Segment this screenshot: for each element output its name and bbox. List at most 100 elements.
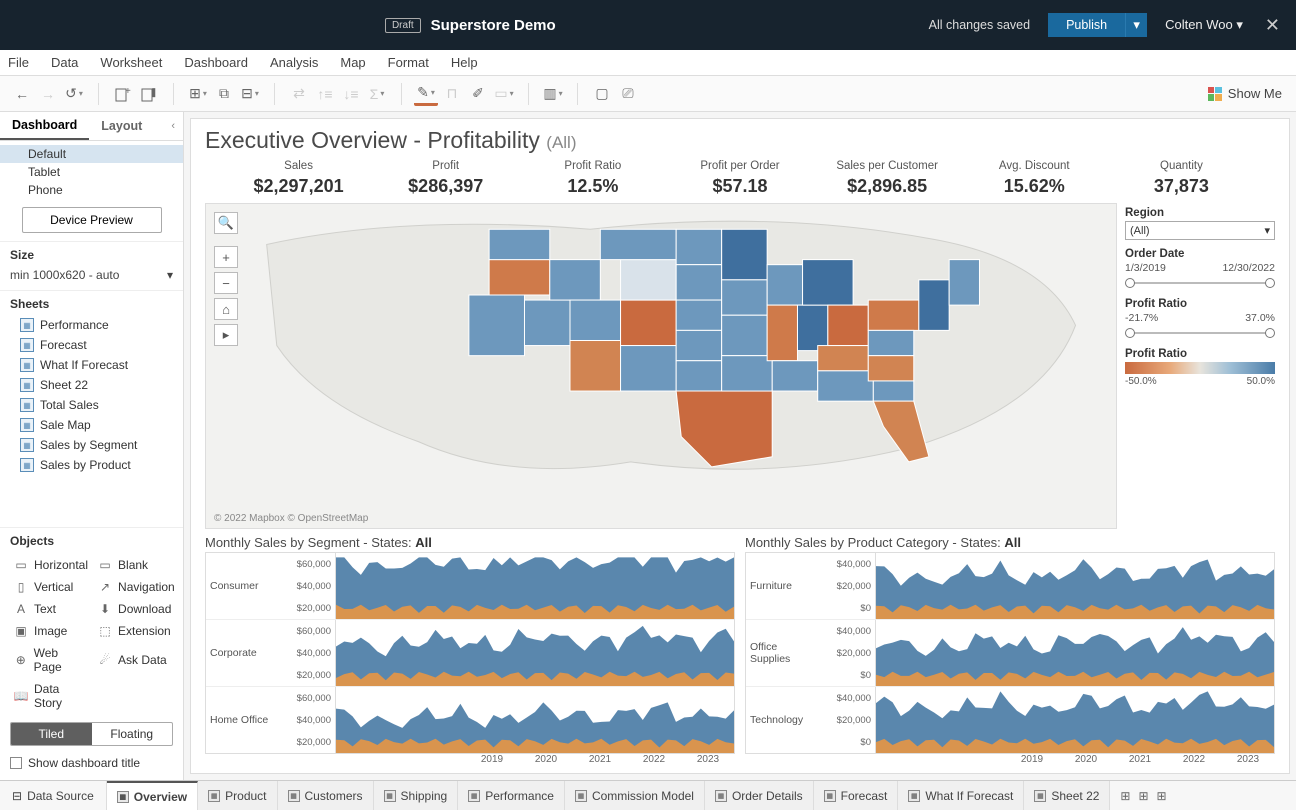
order-date-slider[interactable]: [1125, 276, 1275, 290]
menu-data[interactable]: Data: [51, 55, 78, 70]
toolbar: ← → ↺ + ❚❚ ⊞ ⧉ ⊟ ⇄ ↑≡ ↓≡ Σ ✎ ⊓ ✐ ▭ ▥ ▢ ⎚: [0, 76, 1296, 112]
object-item[interactable]: ⬇Download: [96, 600, 177, 618]
object-item[interactable]: ▭Blank: [96, 556, 177, 574]
sheet-item[interactable]: ▦Forecast: [10, 335, 173, 355]
show-mark-icon[interactable]: ✐: [466, 82, 490, 106]
sheet-item[interactable]: ▦Sale Map: [10, 415, 173, 435]
show-me-button[interactable]: Show Me: [1208, 86, 1290, 101]
sidebar-tab-layout[interactable]: Layout: [89, 113, 154, 139]
sort-desc-icon[interactable]: ↓≡: [339, 82, 363, 106]
map-chart[interactable]: 🔍 + − ⌂ ▸ © 2022 Mapbox © OpenStreetMap: [205, 203, 1117, 529]
clear-icon[interactable]: ⊟: [238, 82, 262, 106]
floating-toggle[interactable]: Floating: [92, 723, 173, 745]
object-item[interactable]: ▣Image: [12, 622, 90, 640]
close-icon[interactable]: ✕: [1261, 15, 1284, 36]
publish-dropdown[interactable]: ▾: [1125, 13, 1147, 37]
sidebar-tab-dashboard[interactable]: Dashboard: [0, 112, 89, 140]
sort-asc-icon[interactable]: ↑≡: [313, 82, 337, 106]
object-item[interactable]: 📖Data Story: [12, 680, 90, 712]
canvas: Executive Overview - Profitability (All)…: [184, 112, 1296, 780]
sheet-icon: ▦: [20, 438, 34, 452]
new-worksheet-icon[interactable]: ⊞: [186, 82, 210, 106]
sheet-tab[interactable]: ▦Commission Model: [565, 781, 705, 810]
sheet-item[interactable]: ▦Sheet 22: [10, 375, 173, 395]
sheet-item[interactable]: ▦Performance: [10, 315, 173, 335]
menu-dashboard[interactable]: Dashboard: [184, 55, 248, 70]
new-sheet-icon[interactable]: ⊞: [1120, 789, 1130, 803]
new-dashboard-icon[interactable]: ⊞: [1138, 789, 1148, 803]
device-default[interactable]: Default: [0, 145, 183, 163]
menu-format[interactable]: Format: [388, 55, 429, 70]
sheet-tab[interactable]: ▦What If Forecast: [898, 781, 1024, 810]
menu-file[interactable]: File: [8, 55, 29, 70]
sheet-tab[interactable]: ▦Sheet 22: [1024, 781, 1110, 810]
totals-icon[interactable]: Σ: [365, 82, 389, 106]
share-icon[interactable]: ⎚: [616, 82, 640, 106]
pr-range-title: Profit Ratio: [1125, 298, 1275, 310]
undo-icon[interactable]: ←: [10, 82, 34, 106]
object-item[interactable]: ▯Vertical: [12, 578, 90, 596]
object-item[interactable]: ⊕Web Page: [12, 644, 90, 676]
menu-analysis[interactable]: Analysis: [270, 55, 318, 70]
data-source-tab[interactable]: ⊟Data Source: [0, 781, 107, 810]
duplicate-icon[interactable]: ⧉: [212, 82, 236, 106]
sheet-tab-icon: ▦: [288, 790, 300, 802]
device-phone[interactable]: Phone: [0, 181, 183, 199]
object-item[interactable]: ⬚Extension: [96, 622, 177, 640]
menu-map[interactable]: Map: [340, 55, 365, 70]
sheet-tab[interactable]: ▦Order Details: [705, 781, 814, 810]
sidebar-collapse-icon[interactable]: ‹: [163, 116, 183, 136]
user-menu[interactable]: Colten Woo ▾: [1165, 17, 1243, 33]
sheet-icon: ▦: [20, 458, 34, 472]
region-filter-select[interactable]: (All)▾: [1125, 221, 1275, 240]
map-zoom-out-icon[interactable]: −: [214, 272, 238, 294]
menubar: File Data Worksheet Dashboard Analysis M…: [0, 50, 1296, 76]
sheet-tab[interactable]: ▦Shipping: [374, 781, 459, 810]
sheet-tab[interactable]: ▦Forecast: [814, 781, 899, 810]
sheet-item[interactable]: ▦Sales by Segment: [10, 435, 173, 455]
map-tools-icon[interactable]: ▸: [214, 324, 238, 346]
object-item[interactable]: ▭Horizontal: [12, 556, 90, 574]
publish-button[interactable]: Publish: [1048, 13, 1125, 37]
revert-icon[interactable]: ↺: [62, 82, 86, 106]
sheet-tab-icon: ▦: [824, 790, 836, 802]
sheet-item[interactable]: ▦What If Forecast: [10, 355, 173, 375]
device-tablet[interactable]: Tablet: [0, 163, 183, 181]
fit-view-icon[interactable]: ▥: [541, 82, 565, 106]
object-item[interactable]: ☄Ask Data: [96, 644, 177, 676]
category-charts[interactable]: Furniture$40,000$20,000$0Office Supplies…: [745, 552, 1275, 754]
new-story-icon[interactable]: ⊞: [1157, 789, 1167, 803]
sheet-tab[interactable]: ▦Performance: [458, 781, 565, 810]
new-data-icon[interactable]: +: [111, 82, 135, 106]
sheet-item[interactable]: ▦Sales by Product: [10, 455, 173, 475]
sheet-tab[interactable]: ▦Product: [198, 781, 277, 810]
object-item[interactable]: ↗Navigation: [96, 578, 177, 596]
tiled-toggle[interactable]: Tiled: [11, 723, 92, 745]
map-zoom-in-icon[interactable]: +: [214, 246, 238, 268]
group-icon[interactable]: ⊓: [440, 82, 464, 106]
swap-icon[interactable]: ⇄: [287, 82, 311, 106]
dashboard-title: Executive Overview - Profitability (All): [205, 127, 1275, 154]
show-title-checkbox[interactable]: [10, 757, 22, 769]
map-home-icon[interactable]: ⌂: [214, 298, 238, 320]
pr-range-slider[interactable]: [1125, 326, 1275, 340]
segment-charts[interactable]: Consumer$60,000$40,000$20,000Corporate$6…: [205, 552, 735, 754]
svg-text:❚❚: ❚❚: [150, 87, 157, 98]
pause-data-icon[interactable]: ❚❚: [137, 82, 161, 106]
menu-worksheet[interactable]: Worksheet: [100, 55, 162, 70]
sheet-item[interactable]: ▦Total Sales: [10, 395, 173, 415]
sheet-tab[interactable]: ▦Customers: [278, 781, 374, 810]
sheet-tab-icon: ▦: [908, 790, 920, 802]
menu-help[interactable]: Help: [451, 55, 478, 70]
row-label: Technology: [746, 687, 816, 753]
object-item[interactable]: AText: [12, 600, 90, 618]
device-preview-button[interactable]: Device Preview: [22, 207, 162, 233]
sheet-tab[interactable]: ▦Overview: [107, 781, 198, 810]
size-select[interactable]: min 1000x620 - auto▾: [10, 266, 173, 284]
sheet-icon: ▦: [20, 378, 34, 392]
map-search-icon[interactable]: 🔍: [214, 212, 238, 234]
highlight-icon[interactable]: ✎: [414, 82, 438, 106]
redo-icon[interactable]: →: [36, 82, 60, 106]
presentation-icon[interactable]: ▢: [590, 82, 614, 106]
fit-icon[interactable]: ▭: [492, 82, 516, 106]
